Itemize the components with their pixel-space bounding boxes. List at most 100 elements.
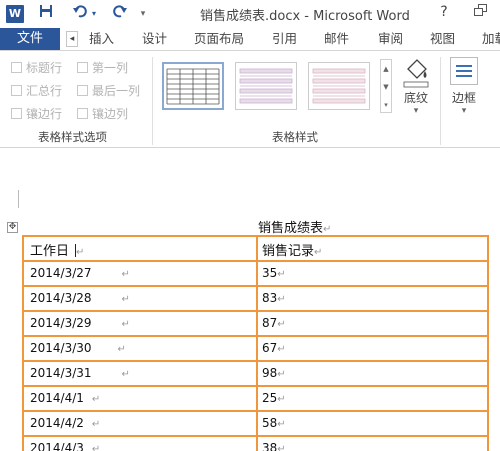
gallery-scroll-down-icon[interactable]: ▼ xyxy=(381,78,391,96)
cell-mark-icon: ↵ xyxy=(91,394,101,405)
cell-date[interactable]: 2014/4/3 ↵ xyxy=(30,441,100,451)
cell-date[interactable]: 2014/3/28 ↵ xyxy=(30,291,130,305)
undo-icon[interactable] xyxy=(72,4,88,24)
table-row: 2014/3/31↵ 98↵↵ xyxy=(22,360,489,387)
checkbox-total-row[interactable]: 汇总行 xyxy=(11,83,62,99)
undo-dropdown-icon[interactable]: ▾ xyxy=(90,4,98,24)
cell-mark-icon: ↵ xyxy=(277,419,286,430)
cell-text: 2014/4/1 xyxy=(30,391,84,405)
shading-dropdown-icon[interactable]: ▾ xyxy=(396,106,436,116)
customize-toolbar-icon[interactable]: ▾ xyxy=(138,4,148,24)
checkbox-box[interactable] xyxy=(77,108,88,119)
table-style-light-purple[interactable] xyxy=(235,62,297,110)
redo-icon[interactable] xyxy=(112,4,128,24)
checkbox-label: 标题行 xyxy=(26,61,63,75)
checkbox-label: 最后一列 xyxy=(92,84,141,98)
tab-insert[interactable]: 插入 xyxy=(89,28,114,50)
checkbox-box[interactable] xyxy=(11,85,22,96)
cell-date[interactable]: 2014/4/1 ↵ xyxy=(30,391,100,405)
table-row: 2014/4/1↵25↵↵ xyxy=(22,385,489,412)
cell-sales[interactable]: 38↵ xyxy=(262,441,286,451)
checkbox-box[interactable] xyxy=(77,85,88,96)
checkbox-first-column[interactable]: 第一列 xyxy=(77,60,128,76)
cell-date[interactable]: 2014/3/29 ↵ xyxy=(30,316,130,330)
cell-text: 2014/3/28 xyxy=(30,291,92,305)
word-app-icon[interactable]: W xyxy=(6,5,24,23)
header-cell-sales[interactable]: 销售记录↵ xyxy=(262,240,322,259)
borders-icon xyxy=(450,57,478,85)
cell-text: 2014/4/3 xyxy=(30,441,84,451)
paint-bucket-icon xyxy=(399,55,433,89)
title-bar: W ▾ ▾ 销售成绩表.docx - Microsoft Word ? xyxy=(0,0,500,28)
table-style-grid-plain[interactable] xyxy=(162,62,224,110)
document-canvas[interactable]: ✥ 销售成绩表↵ 工作日↵ 销售记录↵ ↵ 2014/3/27↵35↵↵2014… xyxy=(0,148,500,451)
table-row: 2014/4/3 ↵ 38↵ ↵ xyxy=(22,435,489,451)
cell-text: 83 xyxy=(262,291,278,305)
gallery-scroll-up-icon[interactable]: ▲ xyxy=(381,60,391,78)
checkbox-box[interactable] xyxy=(11,62,22,73)
cell-mark-icon: ↵ xyxy=(277,394,286,405)
table-styles-group-label: 表格样式 xyxy=(272,130,318,144)
tab-mailings[interactable]: 邮件 xyxy=(324,28,349,50)
help-icon[interactable]: ? xyxy=(437,4,451,20)
tab-view[interactable]: 视图 xyxy=(430,28,455,50)
shading-button[interactable]: 底纹 ▾ xyxy=(396,55,436,116)
cell-sales[interactable]: 98↵ xyxy=(262,366,286,380)
cell-sales[interactable]: 35↵ xyxy=(262,266,286,280)
cell-date[interactable]: 2014/3/31 ↵ xyxy=(30,366,130,380)
tab-review[interactable]: 审阅 xyxy=(378,28,403,50)
ribbon-tabs: 文件 ◂ 插入 设计 页面布局 引用 邮件 审阅 视图 加载 xyxy=(0,28,500,50)
column-divider xyxy=(256,410,258,437)
table-row: 2014/3/28 ↵ 83↵ ↵ xyxy=(22,285,489,312)
checkbox-box[interactable] xyxy=(11,108,22,119)
cell-sales[interactable]: 25↵ xyxy=(262,391,286,405)
cell-mark-icon: ↵ xyxy=(277,344,286,355)
column-divider xyxy=(256,385,258,412)
borders-dropdown-icon[interactable]: ▾ xyxy=(446,106,482,116)
gallery-scrollbar[interactable]: ▲ ▼ ▾ xyxy=(380,59,392,113)
tab-page-layout[interactable]: 页面布局 xyxy=(194,28,244,50)
tab-scroll-left-icon[interactable]: ◂ xyxy=(66,31,78,47)
checkbox-box[interactable] xyxy=(77,62,88,73)
cell-date[interactable]: 2014/3/30 ↵ xyxy=(30,341,126,355)
cell-sales[interactable]: 67↵ xyxy=(262,341,286,355)
column-divider xyxy=(256,310,258,337)
cell-mark-icon: ↵ xyxy=(91,419,101,430)
cell-mark-icon: ↵ xyxy=(121,294,130,305)
cell-date[interactable]: 2014/4/2 ↵ xyxy=(30,416,100,430)
cell-mark-icon: ↵ xyxy=(277,269,286,280)
checkbox-header-row[interactable]: 标题行 xyxy=(11,60,62,76)
cell-date[interactable]: 2014/3/27 ↵ xyxy=(30,266,130,280)
checkbox-last-column[interactable]: 最后一列 xyxy=(77,83,140,99)
cell-sales[interactable]: 87↵ xyxy=(262,316,286,330)
cell-text: 2014/4/2 xyxy=(30,416,84,430)
cell-mark-icon: ↵ xyxy=(277,369,286,380)
cell-text: 2014/3/29 xyxy=(30,316,92,330)
cell-mark-icon: ↵ xyxy=(91,444,101,451)
cell-sales[interactable]: 83↵ xyxy=(262,291,286,305)
paragraph-mark-icon: ↵ xyxy=(323,224,332,235)
tab-addins[interactable]: 加载 xyxy=(482,28,500,50)
cell-text: 25 xyxy=(262,391,278,405)
sales-table[interactable]: 工作日↵ 销售记录↵ ↵ 2014/3/27↵35↵↵2014/3/28↵83↵… xyxy=(22,235,489,451)
ribbon-display-options-icon[interactable] xyxy=(474,4,488,18)
gallery-more-icon[interactable]: ▾ xyxy=(381,96,391,114)
tab-design[interactable]: 设计 xyxy=(142,28,167,50)
tab-references[interactable]: 引用 xyxy=(272,28,297,50)
save-icon[interactable] xyxy=(38,4,54,24)
checkbox-banded-rows[interactable]: 镶边行 xyxy=(11,106,62,122)
document-title-text: 销售成绩表 xyxy=(258,221,324,236)
tab-file[interactable]: 文件 xyxy=(0,28,60,50)
column-divider xyxy=(256,285,258,312)
borders-button[interactable]: 边框 ▾ xyxy=(446,55,482,116)
cell-sales[interactable]: 58↵ xyxy=(262,416,286,430)
table-move-handle-icon[interactable]: ✥ xyxy=(7,222,18,233)
ribbon-panel: 标题行 第一列 汇总行 最后一列 镶边行 镶边列 表格样式选项 ▲ ▼ ▾ 表格… xyxy=(0,50,500,148)
document-title-paragraph[interactable]: 销售成绩表↵ xyxy=(258,217,331,236)
header-cell-workday[interactable]: 工作日 ↵ xyxy=(30,240,84,259)
cell-mark-icon: ↵ xyxy=(277,319,286,330)
table-style-options-group-label: 表格样式选项 xyxy=(38,130,107,144)
table-style-light-pink[interactable] xyxy=(308,62,370,110)
cell-mark-icon: ↵ xyxy=(117,344,126,355)
checkbox-banded-columns[interactable]: 镶边列 xyxy=(77,106,128,122)
